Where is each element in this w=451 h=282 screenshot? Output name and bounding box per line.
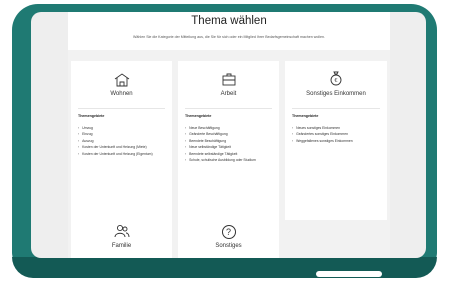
topics-heading: Themengebiete xyxy=(292,114,319,118)
money-bag-icon: € xyxy=(330,71,342,86)
header: Thema wählen Wählen Sie die Kategorie de… xyxy=(68,12,390,50)
page-subtitle: Wählen Sie die Kategorie der Mitteilung … xyxy=(133,35,325,39)
home-indicator xyxy=(316,271,382,277)
svg-text:€: € xyxy=(334,78,337,84)
topic-link[interactable]: Schule, schulische Ausbildung oder Studi… xyxy=(185,157,256,163)
card-arbeit[interactable]: Arbeit Themengebiete Neue Beschäftigung … xyxy=(178,61,279,220)
card-label: Sonstiges Einkommen xyxy=(306,91,366,97)
card-label: Wohnen xyxy=(110,91,133,97)
topics-heading: Themengebiete xyxy=(185,114,212,118)
people-icon xyxy=(114,224,129,238)
topic-list: Neues sonstiges Einkommen Geändertes son… xyxy=(292,125,353,144)
content-panel: Thema wählen Wählen Sie die Kategorie de… xyxy=(68,12,390,258)
topic-list: Neue Beschäftigung Geänderte Beschäftigu… xyxy=(185,125,256,163)
divider xyxy=(185,108,272,109)
topic-list: Umzug Einzug Auszug Kosten der Unterkunf… xyxy=(78,125,153,157)
briefcase-icon xyxy=(222,73,235,86)
topic-link[interactable]: Geändertes sonstiges Einkommen xyxy=(292,131,353,137)
card-wohnen[interactable]: Wohnen Themengebiete Umzug Einzug Auszug… xyxy=(71,61,172,220)
page-title: Thema wählen xyxy=(191,15,267,27)
topic-link[interactable]: Kosten der Unterkunft und Heizung (Miete… xyxy=(78,144,153,150)
card-label: Sonstiges xyxy=(215,243,242,249)
card-familie[interactable]: Familie xyxy=(71,218,172,258)
house-icon xyxy=(114,73,129,87)
help-icon: ? xyxy=(221,225,236,239)
topic-link[interactable]: Kosten der Unterkunft und Heizung (Eigen… xyxy=(78,151,153,157)
divider xyxy=(292,108,380,109)
topics-heading: Themengebiete xyxy=(78,114,105,118)
screen: Thema wählen Wählen Sie die Kategorie de… xyxy=(31,12,426,258)
card-sonstiges-einkommen[interactable]: € Sonstiges Einkommen Themengebiete Neue… xyxy=(285,61,387,220)
card-label: Familie xyxy=(111,243,132,249)
divider xyxy=(78,108,165,109)
topic-link[interactable]: Weggefallenes sonstiges Einkommen xyxy=(292,138,352,144)
card-sonstiges[interactable]: ? Sonstiges xyxy=(178,218,279,258)
card-label: Arbeit xyxy=(220,91,237,97)
